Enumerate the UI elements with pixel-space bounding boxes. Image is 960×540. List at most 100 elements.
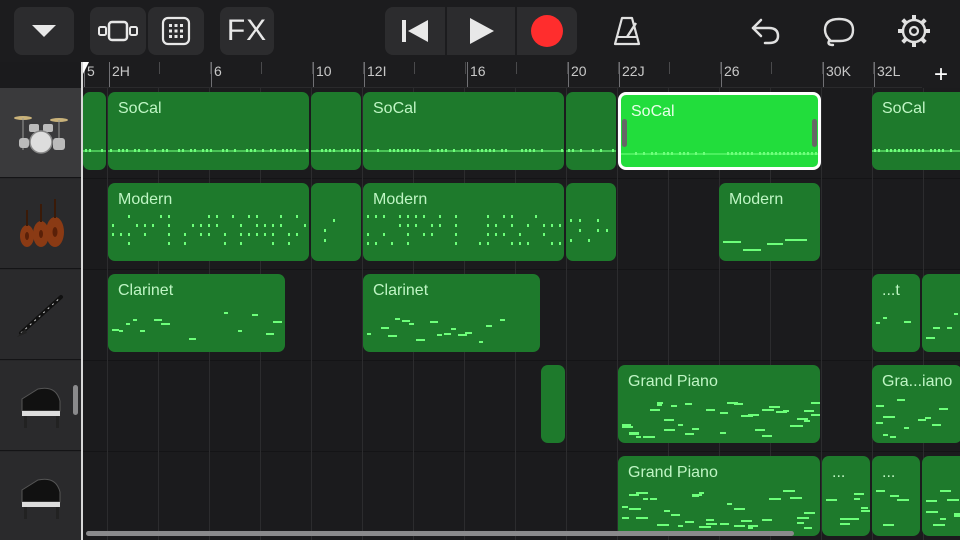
ruler-minor-tick bbox=[210, 62, 211, 74]
ruler-tick bbox=[721, 62, 722, 87]
drum-kit-icon bbox=[13, 115, 68, 154]
ruler-label: 32L bbox=[877, 63, 901, 79]
grid-icon bbox=[161, 16, 191, 46]
track-header-drums[interactable] bbox=[0, 88, 81, 178]
ruler-tick bbox=[313, 62, 314, 87]
settings-button[interactable] bbox=[888, 7, 940, 55]
ruler-tick bbox=[568, 62, 569, 87]
region-note-pattern bbox=[541, 365, 565, 443]
ruler-label: 26 bbox=[724, 63, 740, 79]
region-drums-4[interactable] bbox=[566, 92, 616, 170]
playhead-marker[interactable] bbox=[82, 62, 89, 76]
track-area[interactable]: SoCal SoCal SoCal SoCal Modern Modern Mo… bbox=[83, 88, 960, 540]
loop-icon bbox=[823, 17, 855, 47]
region-drums-1[interactable]: SoCal bbox=[108, 92, 309, 170]
track-header-strings[interactable] bbox=[0, 179, 81, 269]
ruler-minor-tick bbox=[669, 62, 670, 74]
ruler-label: 10 bbox=[316, 63, 332, 79]
track-header-piano-1[interactable] bbox=[0, 361, 81, 451]
ruler-minor-tick bbox=[771, 62, 772, 74]
region-clarinet-2[interactable]: ...t bbox=[872, 274, 920, 352]
region-note-pattern bbox=[311, 149, 361, 152]
region-drums-6[interactable]: SoCal bbox=[872, 92, 960, 170]
track-header-clarinet[interactable] bbox=[0, 270, 81, 360]
undo-button[interactable] bbox=[740, 7, 790, 55]
ruler-minor-tick bbox=[720, 62, 721, 74]
ruler-tick bbox=[364, 62, 365, 87]
ruler-minor-tick bbox=[465, 62, 466, 74]
region-drums-3[interactable]: SoCal bbox=[363, 92, 564, 170]
ruler-label: 6 bbox=[214, 63, 222, 79]
region-piano1-1[interactable]: Grand Piano bbox=[618, 365, 820, 443]
region-strings-0[interactable]: Modern bbox=[108, 183, 309, 261]
region-clarinet-0[interactable]: Clarinet bbox=[108, 274, 285, 352]
ruler-minor-tick bbox=[312, 62, 313, 74]
violin-icon bbox=[19, 198, 64, 247]
ruler-label: 2H bbox=[112, 63, 130, 79]
record-icon bbox=[531, 15, 563, 47]
loop-browser-button[interactable] bbox=[814, 7, 866, 55]
ruler-minor-tick bbox=[159, 62, 160, 74]
timeline-ruler[interactable]: 5 2H 6 10 12I 16 20 22J 26 30K 32L bbox=[82, 62, 960, 88]
go-to-beginning-button[interactable] bbox=[385, 7, 445, 55]
ruler-minor-tick bbox=[261, 62, 262, 74]
browser-dropdown-button[interactable] bbox=[14, 7, 74, 55]
region-piano1-0[interactable] bbox=[541, 365, 565, 443]
undo-icon bbox=[751, 18, 780, 45]
region-clarinet-1[interactable]: Clarinet bbox=[363, 274, 540, 352]
ruler-label: 30K bbox=[826, 63, 851, 79]
region-note-pattern bbox=[566, 149, 616, 152]
tracks-view-icon bbox=[98, 20, 138, 42]
region-piano2-2[interactable]: ... bbox=[872, 456, 920, 536]
ruler-label: 12I bbox=[367, 63, 387, 79]
region-strings-2[interactable]: Modern bbox=[363, 183, 564, 261]
track-divider bbox=[83, 360, 960, 361]
chevron-down-icon bbox=[32, 25, 56, 37]
region-piano2-1[interactable]: ... bbox=[822, 456, 870, 536]
track-divider bbox=[83, 451, 960, 452]
ruler-minor-tick bbox=[414, 62, 415, 74]
ruler-minor-tick bbox=[618, 62, 619, 74]
ruler-minor-tick bbox=[516, 62, 517, 74]
play-button[interactable] bbox=[447, 7, 515, 55]
region-note-pattern bbox=[876, 490, 909, 526]
grand-piano-icon bbox=[21, 478, 60, 519]
region-note-pattern bbox=[826, 493, 870, 525]
ruler-tick bbox=[823, 62, 824, 87]
region-trim-handle-right[interactable] bbox=[812, 119, 817, 147]
ruler-minor-tick bbox=[363, 62, 364, 74]
grid-view-button[interactable] bbox=[148, 7, 204, 55]
region-drums-0[interactable] bbox=[83, 92, 106, 170]
fx-button[interactable]: FX bbox=[220, 7, 274, 55]
region-trim-handle-left[interactable] bbox=[622, 119, 627, 147]
region-strings-3[interactable] bbox=[566, 183, 616, 261]
metronome-button[interactable] bbox=[600, 7, 654, 55]
track-header-piano-2[interactable] bbox=[0, 452, 81, 540]
track-divider bbox=[83, 178, 960, 179]
region-note-pattern bbox=[926, 313, 958, 339]
region-drums-2[interactable] bbox=[311, 92, 361, 170]
grand-piano-icon bbox=[21, 387, 60, 428]
fx-label: FX bbox=[226, 14, 268, 47]
region-clarinet-3[interactable] bbox=[922, 274, 960, 352]
ruler-tick bbox=[211, 62, 212, 87]
region-piano1-2[interactable]: Gra...iano bbox=[872, 365, 960, 443]
region-drums-selected[interactable]: SoCal bbox=[618, 92, 821, 170]
track-headers bbox=[0, 88, 82, 540]
region-note-pattern bbox=[324, 219, 335, 242]
region-strings-4[interactable]: Modern bbox=[719, 183, 820, 261]
region-piano2-3[interactable] bbox=[922, 456, 960, 536]
ruler-minor-tick bbox=[873, 62, 874, 74]
vertical-scrollbar[interactable] bbox=[73, 385, 78, 415]
add-section-button[interactable]: + bbox=[922, 61, 960, 88]
ruler-label: 22J bbox=[622, 63, 645, 79]
ruler-label: 16 bbox=[470, 63, 486, 79]
metronome-icon bbox=[613, 16, 641, 46]
region-piano2-0[interactable]: Grand Piano bbox=[618, 456, 820, 536]
region-strings-1[interactable] bbox=[311, 183, 361, 261]
horizontal-scrollbar[interactable] bbox=[86, 531, 794, 536]
tracks-view-button[interactable] bbox=[90, 7, 146, 55]
skip-back-icon bbox=[402, 20, 428, 42]
record-button[interactable] bbox=[517, 7, 577, 55]
ruler-tick bbox=[109, 62, 110, 87]
